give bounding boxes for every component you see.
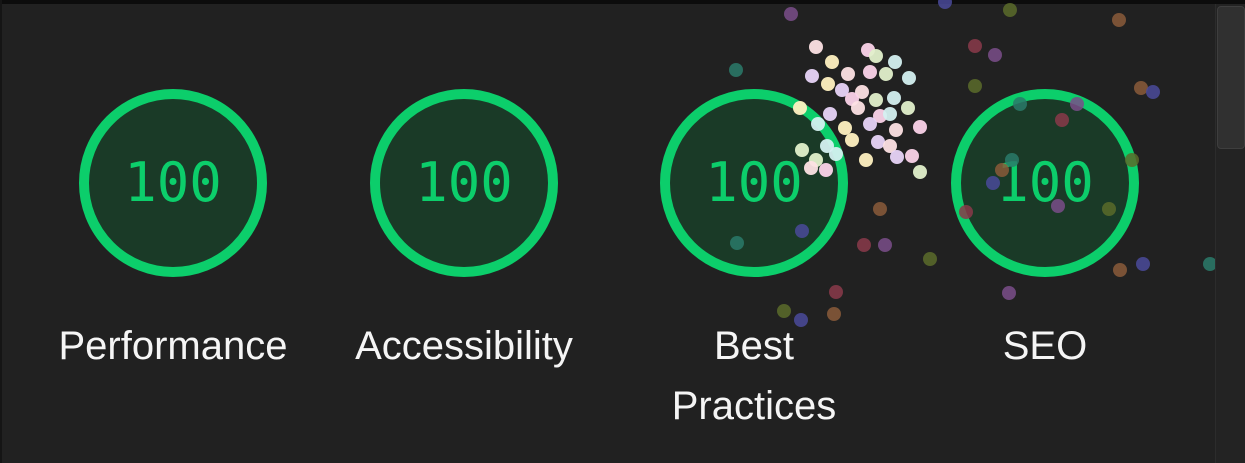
confetti-dot (879, 67, 893, 81)
gauge-score-performance: 100 (124, 151, 222, 214)
gauge-label-best-practices: Best Practices (671, 324, 837, 428)
confetti-dot (923, 252, 937, 266)
gauge-score-accessibility: 100 (415, 151, 513, 214)
confetti-dot (855, 85, 869, 99)
confetti-dot (889, 123, 903, 137)
confetti-dot (861, 43, 875, 57)
confetti-dot (913, 120, 927, 134)
confetti-dot (859, 153, 873, 167)
confetti-dot (851, 101, 865, 115)
confetti-dot (809, 40, 823, 54)
confetti-dot (902, 71, 916, 85)
confetti-dot (841, 67, 855, 81)
confetti-dot (1003, 3, 1017, 17)
confetti-dot (890, 150, 904, 164)
gauge-label-seo: SEO (1002, 324, 1088, 368)
confetti-dot (878, 238, 892, 252)
confetti-dot (883, 107, 897, 121)
gauge-label-accessibility: Accessibility (355, 324, 573, 368)
confetti-dot (887, 91, 901, 105)
gauge-score-seo: 100 (996, 151, 1094, 214)
confetti-dot (883, 139, 897, 153)
confetti-dot (857, 238, 871, 252)
confetti-dot (873, 202, 887, 216)
confetti-dot (863, 65, 877, 79)
confetti-dot (1112, 13, 1126, 27)
gauge-best-practices[interactable]: 100 Best Practices (659, 88, 849, 428)
confetti-dot (905, 149, 919, 163)
window-top-edge (0, 0, 1245, 4)
gauge-label-performance: Performance (58, 324, 288, 368)
confetti-dot (1146, 85, 1160, 99)
confetti-dot (888, 55, 902, 69)
confetti-dot (869, 93, 883, 107)
window-left-edge (0, 0, 2, 463)
confetti-dot (825, 55, 839, 69)
gauge-accessibility[interactable]: 100 Accessibility (355, 88, 573, 418)
confetti-dot (863, 117, 877, 131)
scrollbar-thumb[interactable] (1217, 6, 1245, 149)
confetti-dot (869, 49, 883, 63)
gauge-score-best-practices: 100 (705, 151, 803, 214)
confetti-dot (871, 135, 885, 149)
confetti-dot (913, 165, 927, 179)
confetti-dot (729, 63, 743, 77)
confetti-dot (988, 48, 1002, 62)
confetti-dot (805, 69, 819, 83)
confetti-dot (901, 101, 915, 115)
gauge-performance[interactable]: 100 Performance (59, 88, 287, 418)
confetti-dot (873, 109, 887, 123)
gauge-seo[interactable]: 100 SEO (950, 88, 1140, 418)
confetti-dot (784, 7, 798, 21)
confetti-dot (968, 39, 982, 53)
